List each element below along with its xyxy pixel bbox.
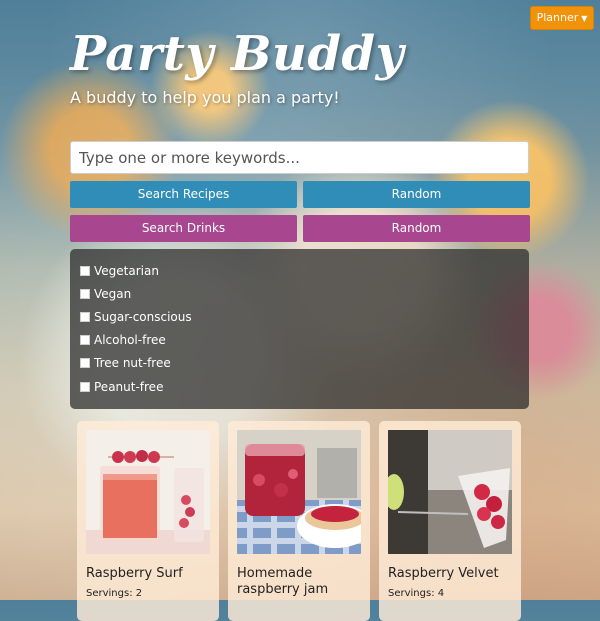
filter-label: Vegetarian xyxy=(94,263,159,278)
checkbox[interactable] xyxy=(80,335,90,346)
recipe-title[interactable]: Raspberry Velvet xyxy=(388,566,512,582)
filter-label: Peanut-free xyxy=(94,379,164,394)
filter-vegan[interactable]: Vegan xyxy=(80,282,519,305)
filter-label: Tree nut-free xyxy=(94,356,171,371)
search-recipes-button[interactable]: Search Recipes xyxy=(70,181,297,208)
random-recipe-button[interactable]: Random xyxy=(303,181,530,208)
search-drinks-button[interactable]: Search Drinks xyxy=(70,215,297,242)
recipe-image-raspberry-velvet[interactable] xyxy=(388,430,512,554)
planner-dropdown-button[interactable]: Planner ▼ xyxy=(530,6,594,30)
recipe-servings: Servings: 2 xyxy=(86,588,143,599)
recipe-title[interactable]: Raspberry Surf xyxy=(86,566,210,582)
checkbox[interactable] xyxy=(80,288,90,299)
filter-label: Alcohol-free xyxy=(94,333,166,348)
recipe-card[interactable]: Homemade raspberry jam xyxy=(228,421,370,621)
planner-label: Planner xyxy=(536,11,579,24)
recipe-title[interactable]: Homemade raspberry jam xyxy=(237,566,361,598)
random-drink-button[interactable]: Random xyxy=(303,215,530,242)
filter-label: Vegan xyxy=(94,286,132,301)
recipe-servings: Servings: 4 xyxy=(388,588,445,599)
filter-label: Sugar-conscious xyxy=(94,309,192,324)
filter-vegetarian[interactable]: Vegetarian xyxy=(80,259,519,282)
filter-sugar-conscious[interactable]: Sugar-conscious xyxy=(80,305,519,328)
recipe-card[interactable]: Raspberry Velvet Servings: 4 xyxy=(379,421,521,621)
filter-alcohol-free[interactable]: Alcohol-free xyxy=(80,329,519,352)
checkbox[interactable] xyxy=(80,311,90,322)
caret-down-icon: ▼ xyxy=(581,14,588,23)
checkbox[interactable] xyxy=(80,358,90,369)
diet-filter-panel: Vegetarian Vegan Sugar-conscious Alcohol… xyxy=(70,249,529,409)
recipe-image-raspberry-surf[interactable] xyxy=(86,430,210,554)
checkbox[interactable] xyxy=(80,381,90,392)
recipe-card[interactable]: Raspberry Surf Servings: 2 xyxy=(77,421,219,621)
filter-peanut-free[interactable]: Peanut-free xyxy=(80,375,519,398)
keyword-search-input[interactable] xyxy=(70,141,529,174)
filter-tree-nut-free[interactable]: Tree nut-free xyxy=(80,352,519,375)
page-subtitle: A buddy to help you plan a party! xyxy=(70,88,340,107)
page-title: Party Buddy xyxy=(70,26,404,82)
recipe-image-homemade-raspberry-jam[interactable] xyxy=(237,430,361,554)
checkbox[interactable] xyxy=(80,265,90,276)
